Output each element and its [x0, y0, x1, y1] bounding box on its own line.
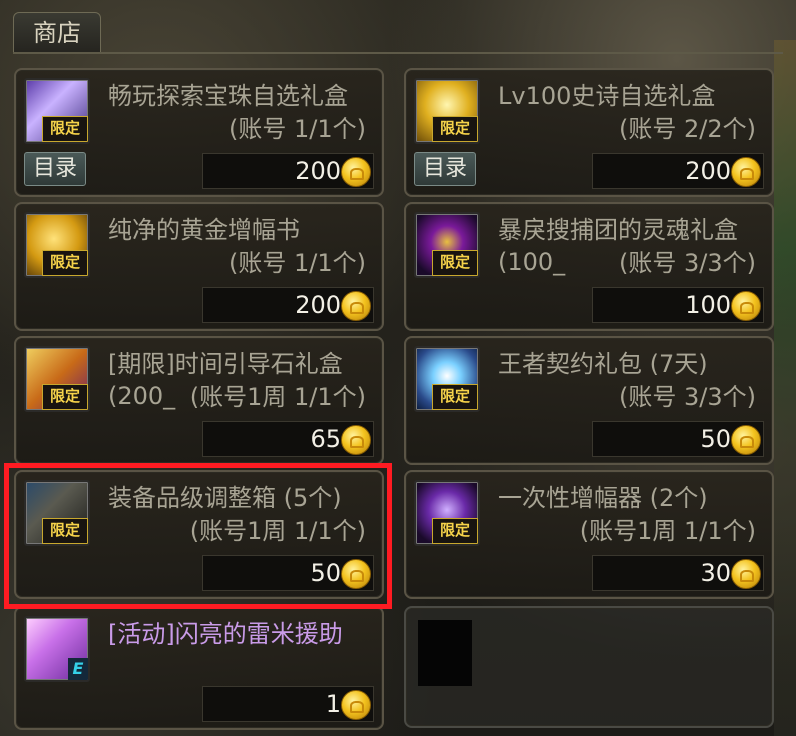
- limited-badge: 限定: [432, 116, 478, 142]
- item-price: 50: [310, 559, 341, 587]
- item-name: Lv100史诗自选礼盒: [498, 82, 716, 110]
- item-price: 200: [685, 157, 731, 185]
- item-price: 100: [685, 291, 731, 319]
- item-price: 1: [325, 690, 341, 718]
- title-divider: [13, 52, 783, 54]
- gold-coin-icon: [341, 425, 371, 455]
- limited-badge: 限定: [432, 384, 478, 410]
- purchase-limit: (账号 3/3个): [619, 383, 756, 411]
- purchase-limit: (账号1周 1/1个): [579, 517, 756, 545]
- gold-coin-icon: [341, 690, 371, 720]
- item-name: [活动]闪亮的雷米援助: [108, 620, 343, 648]
- shop-item-card[interactable]: 限定 Lv100史诗自选礼盒 (账号 2/2个) 目录 200: [404, 68, 774, 197]
- limited-badge: 限定: [42, 518, 88, 544]
- limited-badge: 限定: [42, 116, 88, 142]
- price-box: 50: [202, 555, 374, 591]
- item-price: 200: [295, 291, 341, 319]
- purchase-limit: (账号 1/1个): [229, 115, 366, 143]
- amplifier-icon: 限定: [414, 480, 480, 546]
- soul-box-icon: 限定: [414, 212, 480, 278]
- equipment-grade-box-icon: 限定: [24, 480, 90, 546]
- catalog-button[interactable]: 目录: [414, 152, 476, 186]
- gold-coin-icon: [731, 291, 761, 321]
- background-edge: [774, 40, 796, 736]
- purchase-limit: (账号1周 1/1个): [189, 383, 366, 411]
- golden-book-icon: 限定: [24, 212, 90, 278]
- limited-badge: 限定: [432, 250, 478, 276]
- gold-coin-icon: [341, 291, 371, 321]
- limited-badge: 限定: [42, 250, 88, 276]
- gold-coin-icon: [731, 157, 761, 187]
- gold-coin-icon: [341, 157, 371, 187]
- purchase-limit: (账号1周 1/1个): [189, 517, 366, 545]
- gold-coin-icon: [731, 425, 761, 455]
- limited-badge: 限定: [42, 384, 88, 410]
- shop-item-card[interactable]: E [活动]闪亮的雷米援助 1: [14, 606, 384, 730]
- shop-item-card[interactable]: 限定 纯净的黄金增幅书 (账号 1/1个) 200: [14, 202, 384, 331]
- gold-coin-icon: [341, 559, 371, 589]
- item-price: 65: [310, 425, 341, 453]
- shiny-remy-icon: E: [24, 616, 90, 682]
- item-price: 30: [700, 559, 731, 587]
- shop-item-card[interactable]: 限定 装备品级调整箱 (5个) (账号1周 1/1个) 50: [14, 470, 384, 599]
- shop-item-card[interactable]: 限定 一次性增幅器 (2个) (账号1周 1/1个) 30: [404, 470, 774, 599]
- price-box: 200: [202, 153, 374, 189]
- purchase-limit: (账号 3/3个): [619, 249, 756, 277]
- item-name: 畅玩探索宝珠自选礼盒: [108, 82, 348, 110]
- shop-item-card[interactable]: 限定 王者契约礼包 (7天) (账号 3/3个) 50: [404, 336, 774, 465]
- king-contract-icon: 限定: [414, 346, 480, 412]
- price-box: 200: [202, 287, 374, 323]
- shop-item-card[interactable]: 限定 暴戾搜捕团的灵魂礼盒 (100_ (账号 3/3个) 100: [404, 202, 774, 331]
- price-box: 100: [592, 287, 764, 323]
- price-box: 30: [592, 555, 764, 591]
- epic-badge: E: [68, 658, 88, 680]
- purple-orb-box-icon: 限定: [24, 78, 90, 144]
- price-box: 50: [592, 421, 764, 457]
- item-name: 纯净的黄金增幅书: [108, 216, 300, 244]
- empty-slot-card: [404, 606, 774, 728]
- empty-slot-icon: [418, 620, 472, 686]
- time-stone-box-icon: 限定: [24, 346, 90, 412]
- golden-epic-box-icon: 限定: [414, 78, 480, 144]
- item-price: 200: [295, 157, 341, 185]
- purchase-limit: (账号 1/1个): [229, 249, 366, 277]
- limited-badge: 限定: [432, 518, 478, 544]
- catalog-button[interactable]: 目录: [24, 152, 86, 186]
- item-name: 王者契约礼包 (7天): [498, 350, 708, 378]
- price-box: 1: [202, 686, 374, 722]
- shop-item-card[interactable]: 限定 畅玩探索宝珠自选礼盒 (账号 1/1个) 目录 200: [14, 68, 384, 197]
- price-box: 65: [202, 421, 374, 457]
- item-price: 50: [700, 425, 731, 453]
- shop-title-tab[interactable]: 商店: [13, 12, 101, 54]
- shop-item-card[interactable]: 限定 [期限]时间引导石礼盒 (200_ (账号1周 1/1个) 65: [14, 336, 384, 465]
- purchase-limit: (账号 2/2个): [619, 115, 756, 143]
- item-name: 装备品级调整箱 (5个): [108, 484, 342, 512]
- gold-coin-icon: [731, 559, 761, 589]
- item-name: 一次性增幅器 (2个): [498, 484, 708, 512]
- price-box: 200: [592, 153, 764, 189]
